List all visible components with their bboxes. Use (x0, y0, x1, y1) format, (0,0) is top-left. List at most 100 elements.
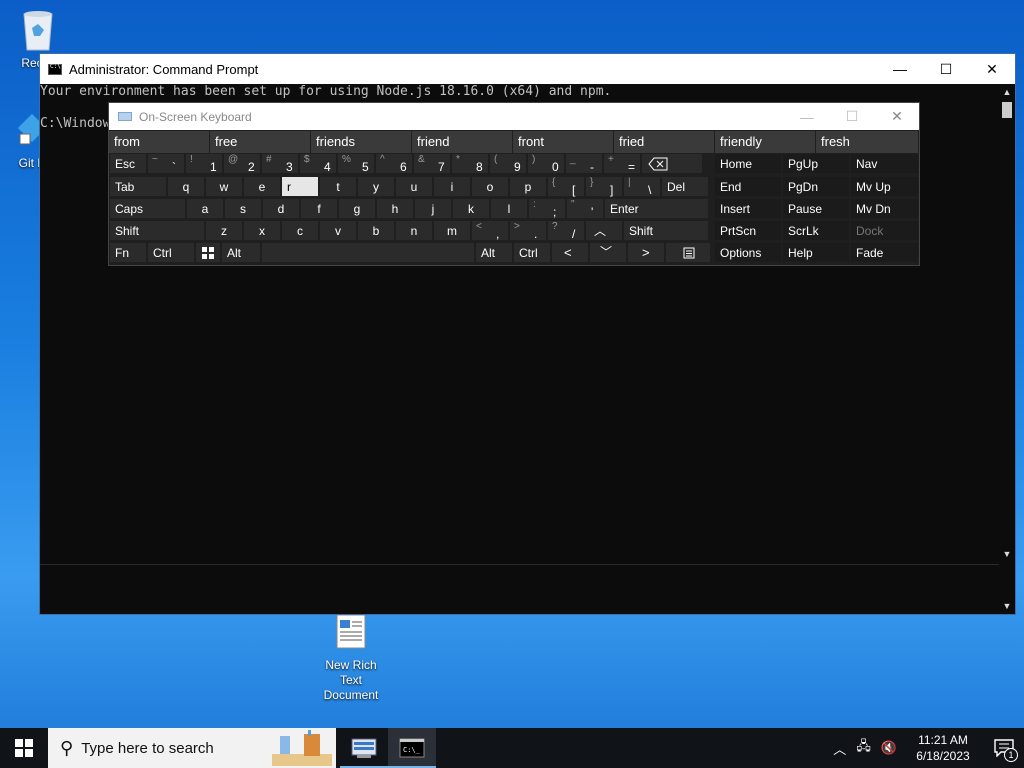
key-pgup[interactable]: PgUp (782, 153, 850, 174)
key-prtscn[interactable]: PrtScn (714, 220, 782, 241)
key-5[interactable]: % 5 (337, 153, 375, 174)
key-o[interactable]: o (471, 176, 509, 197)
key-b[interactable]: b (357, 220, 395, 241)
key-9[interactable]: (9 (489, 153, 527, 174)
osk-close-button[interactable]: ✕ (874, 103, 920, 130)
osk-titlebar[interactable]: On-Screen Keyboard — ☐ ✕ (109, 103, 919, 130)
key-scrlk[interactable]: ScrLk (782, 220, 850, 241)
key-p[interactable]: p (509, 176, 547, 197)
key-\[interactable]: | \ (623, 176, 661, 197)
arrow-right-key[interactable]: > (627, 242, 665, 263)
key-,[interactable]: <, (471, 220, 509, 241)
prediction-item[interactable]: friendly (715, 131, 816, 153)
spacebar-key[interactable] (261, 242, 475, 263)
key-1[interactable]: ! 1 (185, 153, 223, 174)
key-8[interactable]: * 8 (451, 153, 489, 174)
key-0[interactable]: ) 0 (527, 153, 565, 174)
scroll-down-icon-lower[interactable]: ▼ (999, 598, 1015, 614)
key-7[interactable]: & 7 (413, 153, 451, 174)
key-'[interactable]: " ' (566, 198, 604, 219)
osk-maximize-button[interactable]: ☐ (829, 103, 875, 130)
prediction-item[interactable]: fresh (816, 131, 919, 153)
dock-button[interactable]: Dock (850, 220, 919, 241)
clock[interactable]: 11:21 AM 6/18/2023 (908, 732, 978, 764)
key-j[interactable]: j (414, 198, 452, 219)
menu-key[interactable] (665, 242, 711, 263)
key-insert[interactable]: Insert (714, 198, 782, 219)
osk-minimize-button[interactable]: — (784, 103, 830, 130)
minimize-button[interactable]: — (877, 54, 923, 84)
key-fn[interactable]: Fn (109, 242, 147, 263)
key-6[interactable]: ^ 6 (375, 153, 413, 174)
key-r[interactable]: r (281, 176, 319, 197)
taskbar-search-box[interactable]: ⚲ Type here to search (48, 728, 336, 768)
start-button[interactable] (0, 728, 48, 768)
key-nav[interactable]: Nav (850, 153, 919, 174)
prediction-item[interactable]: front (513, 131, 614, 153)
key-alt-right[interactable]: Alt (475, 242, 513, 263)
key-x[interactable]: x (243, 220, 281, 241)
key-.[interactable]: >. (509, 220, 547, 241)
network-icon[interactable]: 🖧 (851, 737, 876, 759)
key-c[interactable]: c (281, 220, 319, 241)
scrollbar-thumb[interactable] (1002, 102, 1012, 118)
prediction-item[interactable]: from (109, 131, 210, 153)
options-button[interactable]: Options (714, 242, 782, 263)
key-f[interactable]: f (300, 198, 338, 219)
prediction-item[interactable]: fried (614, 131, 715, 153)
key-s[interactable]: s (224, 198, 262, 219)
scroll-down-icon[interactable]: ▼ (999, 546, 1015, 562)
maximize-button[interactable]: ☐ (923, 54, 969, 84)
key-u[interactable]: u (395, 176, 433, 197)
key-ctrl-right[interactable]: Ctrl (513, 242, 551, 263)
key-enter[interactable]: Enter (604, 198, 709, 219)
prediction-item[interactable]: free (210, 131, 311, 153)
key-][interactable]: }] (585, 176, 623, 197)
key-pgdn[interactable]: PgDn (782, 176, 850, 197)
key-home[interactable]: Home (714, 153, 782, 174)
key-shift-left[interactable]: Shift (109, 220, 205, 241)
key-del[interactable]: Del (661, 176, 709, 197)
key-h[interactable]: h (376, 198, 414, 219)
key--[interactable]: _ - (565, 153, 603, 174)
cmd-scrollbar[interactable]: ▲ ▼ ▼ (999, 84, 1015, 614)
key-d[interactable]: d (262, 198, 300, 219)
key-e[interactable]: e (243, 176, 281, 197)
key-mv-up[interactable]: Mv Up (850, 176, 919, 197)
key-m[interactable]: m (433, 220, 471, 241)
action-center-button[interactable]: 1 (984, 728, 1024, 768)
key-=[interactable]: + = (603, 153, 641, 174)
key-end[interactable]: End (714, 176, 782, 197)
taskbar-app-server-manager[interactable] (340, 728, 388, 768)
key-w[interactable]: w (205, 176, 243, 197)
key-mv-dn[interactable]: Mv Dn (850, 198, 919, 219)
key-3[interactable]: #3 (261, 153, 299, 174)
key-shift-right[interactable]: Shift (623, 220, 709, 241)
arrow-down-key[interactable]: ﹀ (589, 242, 627, 263)
key-t[interactable]: t (319, 176, 357, 197)
chevron-up-icon[interactable]: ︿ (828, 739, 851, 758)
help-button[interactable]: Help (782, 242, 850, 263)
key-[[interactable]: {[ (547, 176, 585, 197)
windows-key[interactable] (195, 242, 221, 263)
scroll-up-icon[interactable]: ▲ (999, 84, 1015, 100)
key-ctrl-left[interactable]: Ctrl (147, 242, 195, 263)
key-esc[interactable]: Esc (109, 153, 147, 174)
fade-button[interactable]: Fade (850, 242, 919, 263)
key-caps[interactable]: Caps (109, 198, 186, 219)
key-tab[interactable]: Tab (109, 176, 167, 197)
key-l[interactable]: l (490, 198, 528, 219)
key-2[interactable]: @2 (223, 153, 261, 174)
key-pause[interactable]: Pause (782, 198, 850, 219)
cmd-titlebar[interactable]: Administrator: Command Prompt — ☐ ✕ (40, 54, 1015, 84)
key-i[interactable]: i (433, 176, 471, 197)
key-/[interactable]: ? / (547, 220, 585, 241)
key-`[interactable]: ~ ` (147, 153, 185, 174)
key-alt-left[interactable]: Alt (221, 242, 261, 263)
taskbar-app-cmd[interactable]: C:\_ (388, 728, 436, 768)
on-screen-keyboard[interactable]: On-Screen Keyboard — ☐ ✕ from free frien… (108, 102, 920, 266)
volume-muted-icon[interactable]: 🔇 (876, 740, 902, 756)
key-y[interactable]: y (357, 176, 395, 197)
prediction-item[interactable]: friends (311, 131, 412, 153)
key-g[interactable]: g (338, 198, 376, 219)
